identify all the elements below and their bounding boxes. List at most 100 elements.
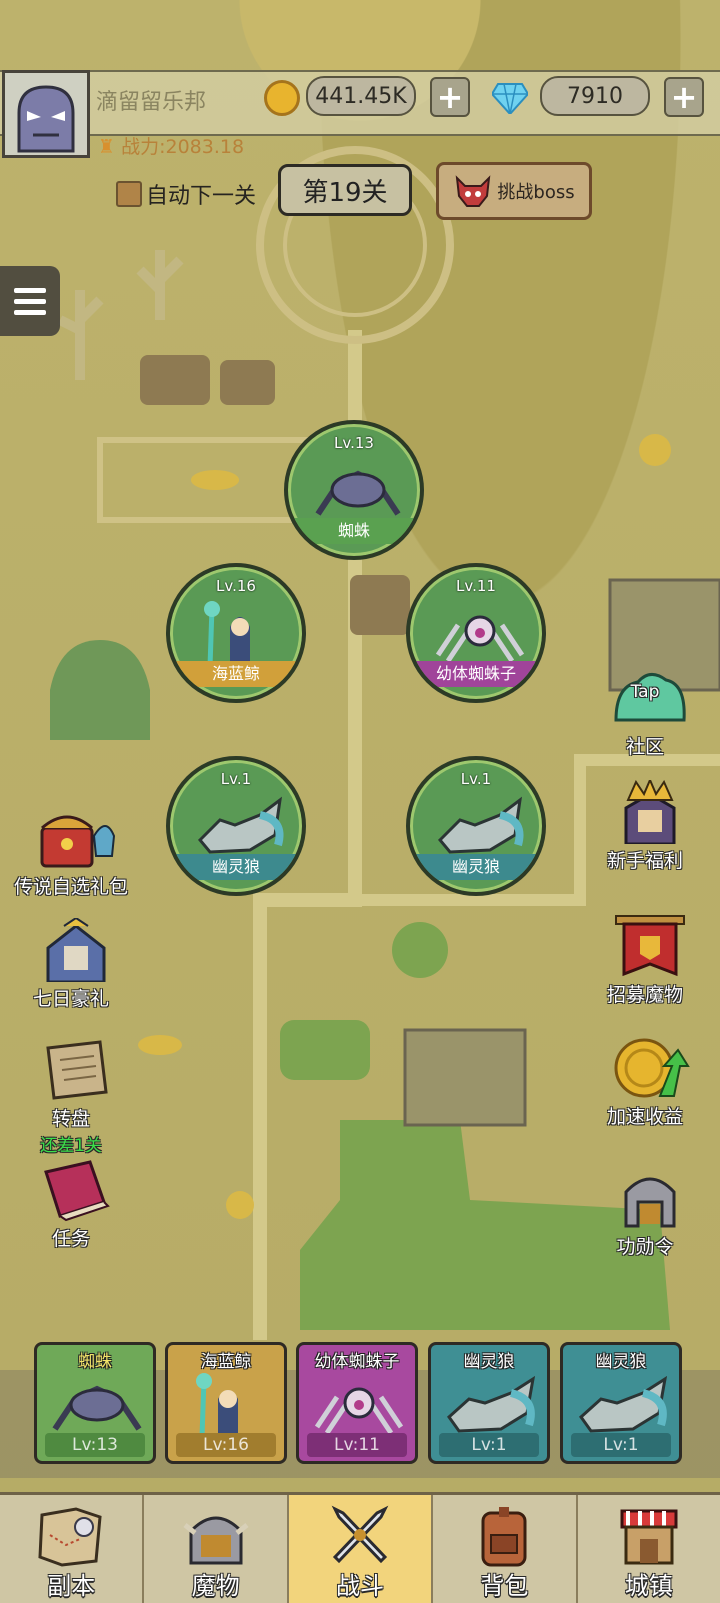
auto-next-label: 自动下一关 (146, 184, 257, 209)
formation-slot-5[interactable]: Lv.1 幽灵狼 (406, 756, 546, 896)
power-value: 战力:2083.18 (121, 136, 245, 158)
wheel-button[interactable]: 转盘 还差1关 (6, 1038, 136, 1156)
knight-icon (36, 916, 106, 984)
boss-label: 挑战boss (497, 182, 575, 203)
nav-label: 魔物 (191, 1572, 240, 1600)
unit-name: 蜘蛛 (288, 518, 420, 544)
shop-icon (620, 1509, 678, 1565)
team-card-name: 幼体蜘蛛子 (314, 1352, 400, 1372)
menu-button[interactable] (0, 266, 60, 336)
map-icon (38, 1507, 102, 1567)
coin-speed-icon (610, 1036, 690, 1100)
team-card-name: 海蓝鲸 (200, 1352, 252, 1372)
nun-icon (196, 1373, 238, 1437)
gem-amount: 7910 (540, 76, 650, 116)
auto-next-checkbox[interactable] (116, 181, 142, 207)
team-card-1[interactable]: 蜘蛛 Lv:13 (34, 1342, 156, 1464)
bottom-navigation: 副本 魔物 战斗 背包 城镇 (0, 1492, 720, 1603)
team-card-2[interactable]: 海蓝鲸 Lv:16 (165, 1342, 287, 1464)
shortcut-label: 社区 (625, 736, 664, 758)
hamburger-line (14, 309, 46, 315)
ghost-wolf-icon (579, 1375, 668, 1433)
boss-skull-icon (456, 175, 491, 207)
nav-label: 城镇 (624, 1572, 673, 1600)
team-card-5[interactable]: 幽灵狼 Lv:1 (560, 1342, 682, 1464)
nav-battle[interactable]: 战斗 (288, 1495, 434, 1603)
nav-backpack[interactable]: 背包 (433, 1495, 578, 1603)
helmet-icon (610, 1166, 680, 1230)
baby-spider-icon (314, 1387, 404, 1435)
unit-level: Lv.13 (334, 434, 374, 452)
seven-day-gift-button[interactable]: 七日豪礼 (6, 916, 136, 1011)
gold-coin-icon (264, 80, 300, 116)
community-icon: Tap (610, 666, 686, 730)
team-card-name: 蜘蛛 (78, 1352, 112, 1372)
shortcut-label: 功勋令 (616, 1236, 674, 1258)
challenge-boss-button[interactable]: 挑战boss (436, 162, 592, 220)
book-icon (36, 1158, 110, 1222)
unit-level: Lv.1 (220, 770, 252, 788)
player-name: 滴留留乐邦 (96, 90, 207, 115)
boost-income-button[interactable]: 加速收益 (580, 1036, 710, 1129)
nav-label: 战斗 (336, 1572, 385, 1600)
nav-dungeon[interactable]: 副本 (0, 1495, 145, 1603)
team-card-level: Lv:16 (176, 1433, 276, 1457)
hamburger-icon (14, 287, 46, 293)
diamond-icon (490, 82, 530, 116)
team-card-name: 幽灵狼 (463, 1352, 515, 1372)
quest-button[interactable]: 任务 (6, 1158, 136, 1251)
robot-avatar-icon (5, 73, 87, 155)
unit-level: Lv.16 (216, 577, 256, 595)
community-button[interactable]: Tap 社区 (580, 666, 710, 759)
team-card-level: Lv:11 (307, 1433, 407, 1457)
shortcut-label: 新手福利 (606, 850, 683, 872)
unit-name: 幽灵狼 (410, 854, 542, 880)
baby-spider-icon (435, 615, 525, 663)
nun-icon (204, 601, 250, 667)
formation-slot-1[interactable]: Lv.13 蜘蛛 (284, 420, 424, 560)
unit-name: 幼体蜘蛛子 (410, 661, 542, 687)
crossed-swords-icon (331, 1505, 389, 1564)
combat-power: ♜ 战力:2083.18 (98, 132, 244, 159)
spider-icon (315, 470, 401, 516)
recruit-monster-button[interactable]: 招募魔物 (580, 914, 710, 1007)
ghost-wolf-icon (437, 796, 524, 854)
banner-icon (610, 914, 685, 978)
team-card-name: 幽灵狼 (595, 1352, 647, 1372)
formation-slot-4[interactable]: Lv.1 幽灵狼 (166, 756, 306, 896)
team-card-4[interactable]: 幽灵狼 Lv:1 (428, 1342, 550, 1464)
stage-indicator[interactable]: 第19关 (278, 164, 412, 216)
spider-icon (52, 1385, 142, 1431)
nav-monster[interactable]: 魔物 (144, 1495, 289, 1603)
legend-gift-pack-button[interactable]: 传说自选礼包 (6, 806, 136, 899)
add-gems-button[interactable]: + (664, 77, 704, 117)
treasure-chest-icon (36, 806, 116, 870)
unit-level: Lv.1 (460, 770, 492, 788)
formation-slot-2[interactable]: Lv.16 海蓝鲸 (166, 563, 306, 703)
gem-icon (490, 83, 530, 116)
formation-slot-3[interactable]: Lv.11 幼体蜘蛛子 (406, 563, 546, 703)
scroll-icon (36, 1038, 108, 1102)
unit-name: 海蓝鲸 (170, 661, 302, 687)
newbie-welfare-button[interactable]: 新手福利 (580, 777, 710, 873)
team-card-3[interactable]: 幼体蜘蛛子 Lv:11 (296, 1342, 418, 1464)
add-gold-button[interactable]: + (430, 77, 470, 117)
nav-town[interactable]: 城镇 (578, 1495, 720, 1603)
team-card-level: Lv:1 (439, 1433, 539, 1457)
merit-order-button[interactable]: 功勋令 (580, 1166, 710, 1259)
nav-label: 背包 (480, 1572, 529, 1600)
backpack-icon (481, 1507, 527, 1567)
shortcut-label: 任务 (51, 1228, 90, 1250)
king-icon (610, 777, 680, 846)
unit-name: 幽灵狼 (170, 854, 302, 880)
tap-badge: Tap (630, 682, 660, 702)
nav-label: 副本 (47, 1572, 96, 1600)
player-avatar[interactable] (2, 70, 90, 158)
team-card-level: Lv:1 (571, 1433, 671, 1457)
shortcut-label: 招募魔物 (606, 984, 683, 1006)
shortcut-label: 传说自选礼包 (13, 876, 128, 898)
auto-next-toggle[interactable]: 自动下一关 (116, 178, 256, 210)
unit-level: Lv.11 (456, 577, 496, 595)
shortcut-label: 七日豪礼 (32, 988, 109, 1010)
shortcut-label: 加速收益 (606, 1106, 683, 1128)
